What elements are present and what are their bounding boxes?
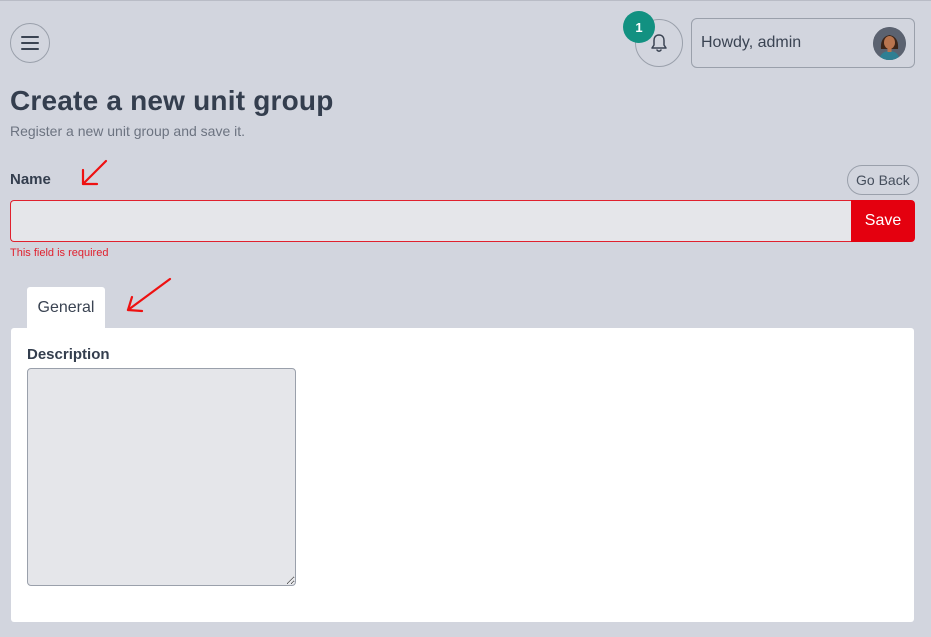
avatar (873, 27, 906, 60)
annotation-arrow-icon (81, 159, 108, 186)
hamburger-icon-bar (21, 48, 39, 50)
notification-count-badge: 1 (623, 11, 655, 43)
description-field-label: Description (27, 346, 110, 363)
page-subtitle: Register a new unit group and save it. (10, 123, 246, 139)
hamburger-icon-bar (21, 36, 39, 38)
name-field-label: Name (10, 171, 51, 188)
page-title: Create a new unit group (10, 85, 334, 116)
user-greeting: Howdy, admin (701, 34, 802, 51)
hamburger-icon-bar (21, 42, 39, 44)
bell-icon (651, 34, 667, 52)
annotation-arrow-icon (126, 277, 172, 313)
name-input[interactable] (10, 200, 852, 242)
description-textarea[interactable] (27, 368, 296, 586)
menu-toggle-button[interactable] (10, 23, 50, 63)
tab-general[interactable]: General (27, 287, 105, 328)
save-button[interactable]: Save (851, 200, 915, 242)
general-tab-panel: Description (11, 328, 914, 622)
user-menu-button[interactable]: Howdy, admin (691, 18, 915, 68)
name-error-message: This field is required (10, 247, 109, 259)
go-back-button[interactable]: Go Back (847, 165, 919, 195)
